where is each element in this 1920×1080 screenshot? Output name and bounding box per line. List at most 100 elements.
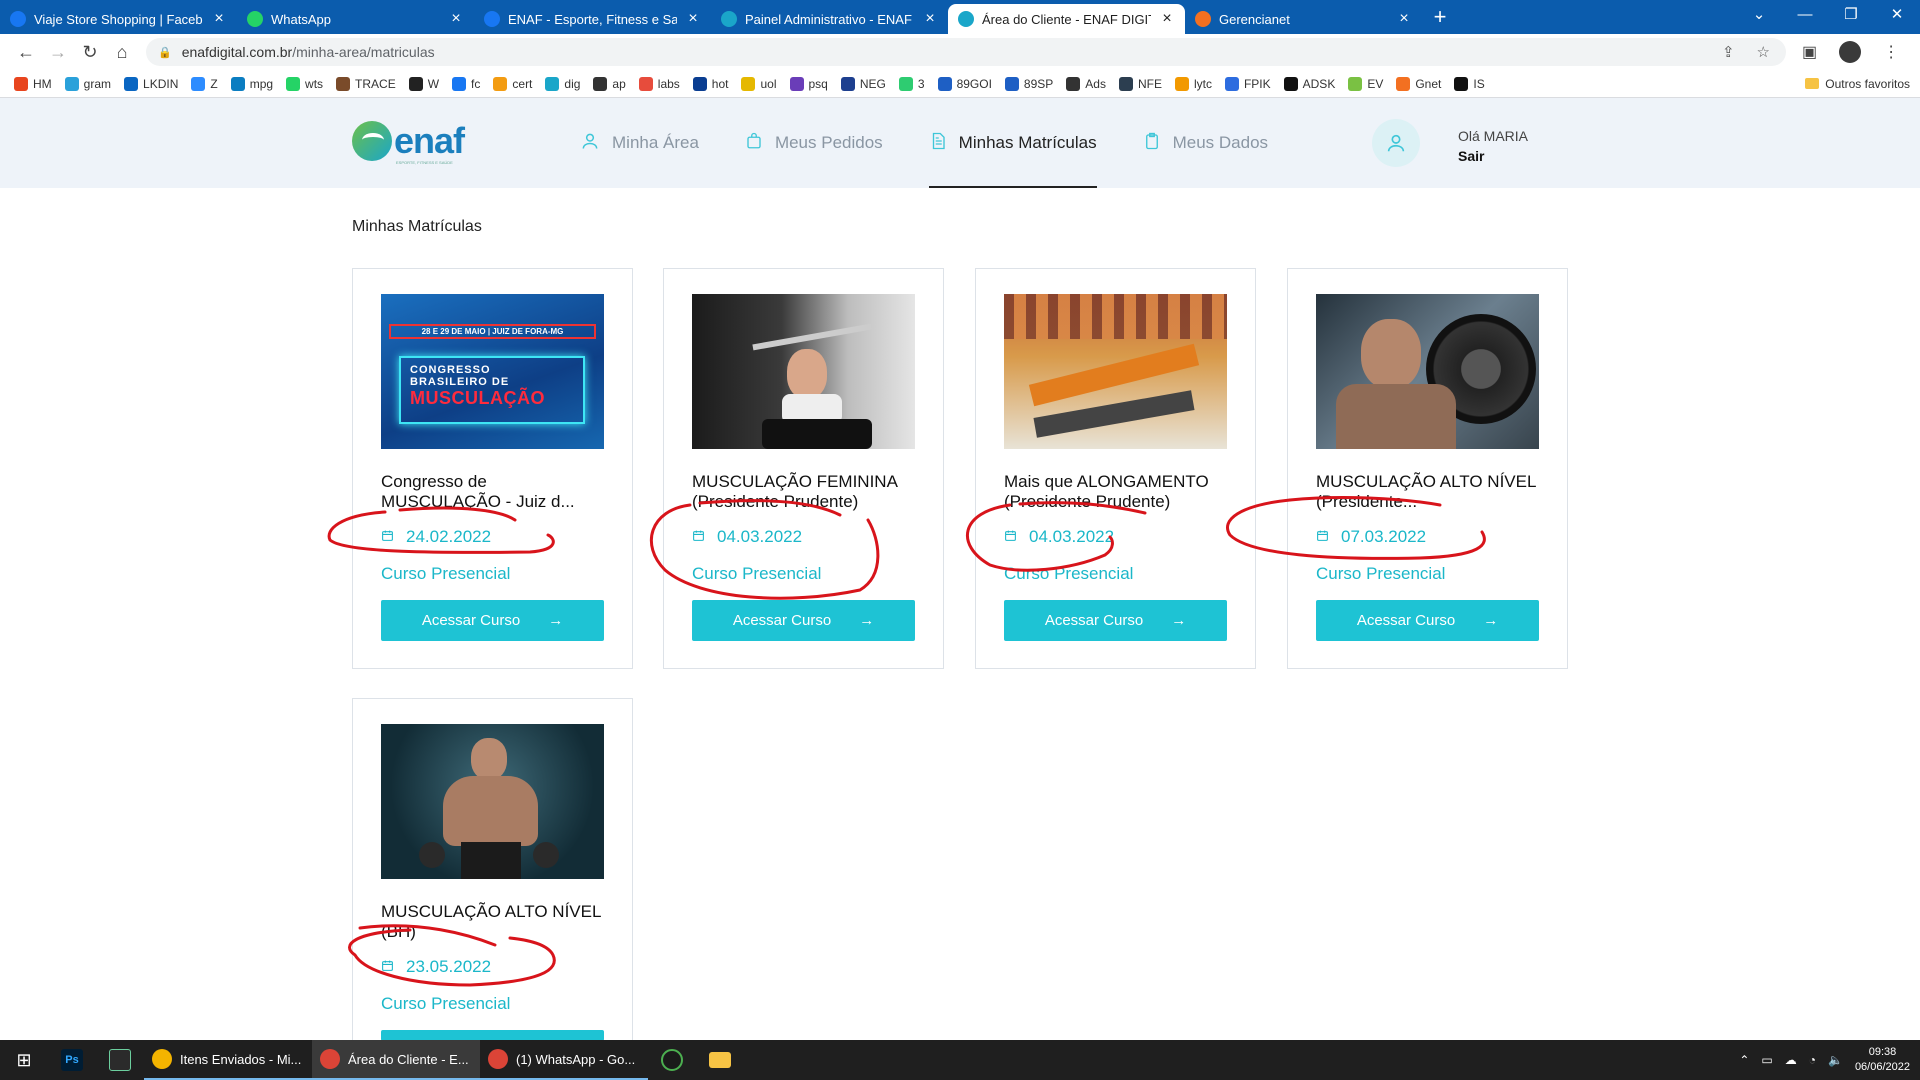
new-tab-button[interactable]: +: [1422, 4, 1458, 30]
user-icon: [580, 131, 600, 156]
gerencianet-icon: [1195, 11, 1211, 27]
bookmark-item[interactable]: wts: [286, 76, 323, 91]
browser-tab[interactable]: Área do Cliente - ENAF DIGITAL ×: [948, 4, 1185, 34]
close-tab-icon[interactable]: ×: [685, 11, 701, 27]
close-tab-icon[interactable]: ×: [448, 11, 464, 27]
bookmark-item[interactable]: 89GOI: [937, 76, 992, 91]
restore-button[interactable]: ❐: [1828, 0, 1874, 30]
minimize-button[interactable]: —: [1782, 0, 1828, 30]
nav-item[interactable]: Meus Dados: [1143, 98, 1268, 188]
course-thumbnail[interactable]: [1004, 294, 1227, 449]
side-panel-icon[interactable]: ▣: [1802, 42, 1817, 62]
bookmark-item[interactable]: 3: [898, 76, 925, 91]
bookmark-item[interactable]: FPIK: [1224, 76, 1271, 91]
forward-icon[interactable]: →: [42, 42, 74, 63]
bookmark-favicon-icon: [1224, 76, 1239, 91]
bookmark-item[interactable]: ADSK: [1283, 76, 1335, 91]
bookmark-item[interactable]: ap: [593, 76, 626, 91]
bookmark-item[interactable]: NEG: [840, 76, 886, 91]
menu-kebab-icon[interactable]: ⋮: [1883, 42, 1899, 62]
close-tab-icon[interactable]: ×: [922, 11, 938, 27]
course-thumbnail[interactable]: [692, 294, 915, 449]
windows-start-icon[interactable]: ⊞: [0, 1050, 48, 1071]
bookmark-item[interactable]: dig: [545, 76, 580, 91]
bookmark-item[interactable]: fc: [452, 76, 480, 91]
file-explorer-icon[interactable]: [696, 1040, 744, 1080]
back-icon[interactable]: ←: [10, 42, 42, 63]
close-tab-icon[interactable]: ×: [1396, 11, 1412, 27]
taskbar-app[interactable]: Área do Cliente - E...: [312, 1040, 480, 1080]
lock-icon[interactable]: 🔒: [158, 46, 172, 59]
browser-tab[interactable]: ENAF - Esporte, Fitness e Saúde | ×: [474, 4, 711, 34]
access-course-button[interactable]: Acessar Curso →: [692, 600, 915, 641]
bookmark-item[interactable]: uol: [741, 76, 777, 91]
bookmark-item[interactable]: lytc: [1174, 76, 1212, 91]
bookmark-item[interactable]: hot: [692, 76, 728, 91]
bookmark-item[interactable]: gram: [64, 76, 111, 91]
bookmark-item[interactable]: Gnet: [1396, 76, 1441, 91]
access-course-button[interactable]: Acessar Curso →: [1004, 600, 1227, 641]
logout-link[interactable]: Sair: [1458, 146, 1528, 166]
bookmark-item[interactable]: LKDIN: [124, 76, 178, 91]
nav-item[interactable]: Minha Área: [580, 98, 699, 188]
taskbar-app[interactable]: (1) WhatsApp - Go...: [480, 1040, 648, 1080]
nav-item[interactable]: Minhas Matrículas: [928, 98, 1097, 188]
network-icon[interactable]: ◔: [1809, 1053, 1816, 1067]
browser-tab[interactable]: Gerencianet ×: [1185, 4, 1422, 34]
nav-item[interactable]: Meus Pedidos: [745, 98, 883, 188]
course-thumbnail[interactable]: 28 E 29 DE MAIO | JUIZ DE FORA-MG CONGRES…: [381, 294, 604, 449]
bookmark-item[interactable]: IS: [1454, 76, 1485, 91]
bookmark-item[interactable]: TRACE: [336, 76, 396, 91]
browser-tab[interactable]: Viaje Store Shopping | Facebook ×: [0, 4, 237, 34]
address-bar[interactable]: 🔒 enafdigital.com.br/minha-area/matricul…: [146, 38, 1786, 66]
cloud-icon[interactable]: ☁: [1785, 1053, 1797, 1067]
volume-icon[interactable]: 🔈: [1828, 1053, 1843, 1067]
banner-line3: MUSCULAÇÃO: [410, 388, 545, 408]
course-card: 28 E 29 DE MAIO | JUIZ DE FORA-MG CONGRES…: [352, 268, 633, 669]
tab-title: Gerencianet: [1219, 11, 1290, 27]
clock[interactable]: 09:38 06/06/2022: [1855, 1045, 1910, 1075]
other-bookmarks[interactable]: Outros favoritos: [1805, 77, 1920, 91]
enaf-logo[interactable]: enaf ESPORTE, FITNESS E SAÚDE: [352, 120, 465, 165]
close-tab-icon[interactable]: ×: [1159, 11, 1175, 27]
download-app-icon[interactable]: [96, 1040, 144, 1080]
bookmark-item[interactable]: labs: [638, 76, 680, 91]
chevron-up-icon[interactable]: ⌃: [1739, 1053, 1749, 1067]
share-icon[interactable]: ⇪: [1722, 43, 1735, 61]
bookmark-item[interactable]: NFE: [1118, 76, 1162, 91]
course-date: 04.03.2022: [1004, 527, 1114, 547]
browser-tab[interactable]: Painel Administrativo - ENAF ×: [711, 4, 948, 34]
profile-avatar[interactable]: [1839, 41, 1862, 63]
user-avatar[interactable]: [1372, 119, 1420, 167]
reload-icon[interactable]: ↻: [74, 42, 106, 63]
tab-search-icon[interactable]: ⌄: [1736, 0, 1782, 30]
access-course-button[interactable]: Acessar Curso →: [381, 600, 604, 641]
bookmark-item[interactable]: Ads: [1066, 76, 1106, 91]
site-header: enaf ESPORTE, FITNESS E SAÚDE Minha Área…: [0, 98, 1920, 188]
bookmark-item[interactable]: 89SP: [1004, 76, 1053, 91]
course-thumbnail[interactable]: [381, 724, 604, 879]
taskbar-app[interactable]: Itens Enviados - Mi...: [144, 1040, 312, 1080]
access-course-label: Acessar Curso: [421, 612, 521, 629]
bookmark-item[interactable]: HM: [14, 76, 52, 91]
bookmark-item[interactable]: psq: [789, 76, 828, 91]
browser-tab[interactable]: WhatsApp ×: [237, 4, 474, 34]
course-thumbnail[interactable]: [1316, 294, 1539, 449]
bookmark-label: W: [427, 76, 440, 91]
home-icon[interactable]: ⌂: [106, 42, 138, 63]
photoshop-icon[interactable]: Ps: [48, 1040, 96, 1080]
corel-icon[interactable]: [648, 1040, 696, 1080]
bookmark-item[interactable]: cert: [493, 76, 532, 91]
bookmark-item[interactable]: EV: [1348, 76, 1383, 91]
bookmark-item[interactable]: Z: [191, 76, 218, 91]
close-tab-icon[interactable]: ×: [211, 11, 227, 27]
bookmark-favicon-icon: [1283, 76, 1298, 91]
bookmark-item[interactable]: W: [408, 76, 440, 91]
bookmark-star-icon[interactable]: ☆: [1757, 43, 1770, 61]
close-window-button[interactable]: ✕: [1874, 0, 1920, 30]
bookmark-item[interactable]: mpg: [230, 76, 273, 91]
access-course-button[interactable]: Acessar Curso →: [1316, 600, 1539, 641]
battery-icon[interactable]: ▭: [1761, 1053, 1772, 1067]
course-date: 24.02.2022: [381, 527, 491, 547]
bookmark-label: FPIK: [1243, 76, 1271, 91]
